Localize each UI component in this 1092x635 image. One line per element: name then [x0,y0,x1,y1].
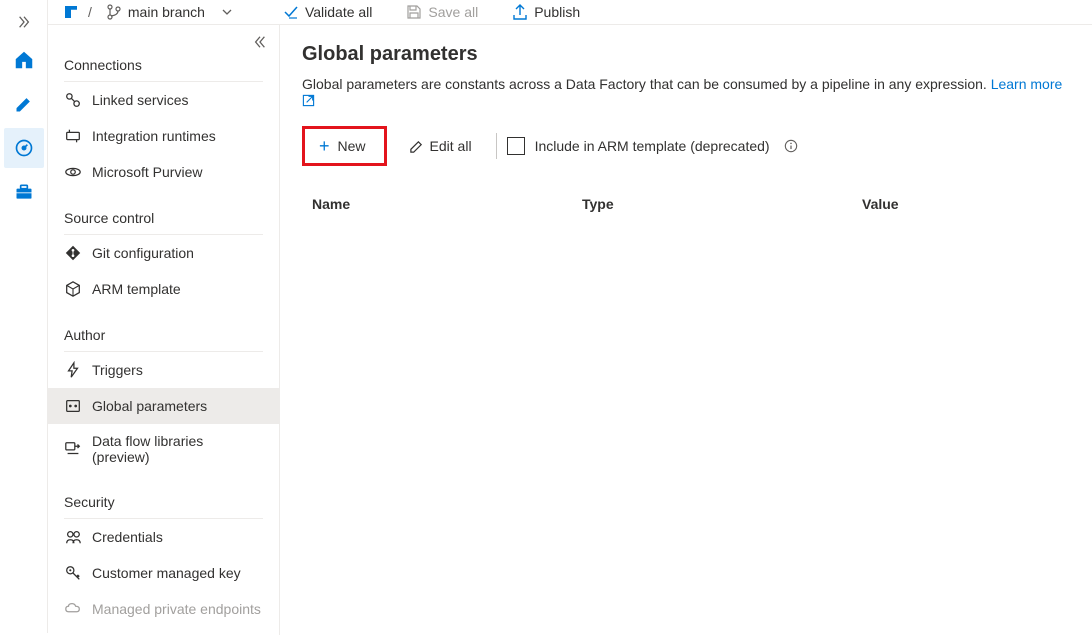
main-content: Global parameters Global parameters are … [280,25,1092,635]
chevron-double-left-icon [253,35,267,49]
nav-label: Linked services [92,92,189,108]
credentials-icon [64,528,82,546]
nav-label: Managed private endpoints [92,601,261,617]
key-icon [64,564,82,582]
nav-credentials[interactable]: Credentials [48,519,279,555]
breadcrumb-divider: / [88,4,92,20]
datafactory-icon [62,3,80,21]
section-header-author: Author [48,307,279,349]
toolbox-icon [14,182,34,202]
nav-label: ARM template [92,281,181,297]
gauge-icon [14,138,34,158]
purview-icon [64,163,82,181]
save-all-label: Save all [428,4,478,20]
nav-data-flow-libraries[interactable]: Data flow libraries (preview) [48,424,279,474]
chevron-down-icon [221,6,233,18]
nav-git-configuration[interactable]: Git configuration [48,235,279,271]
validate-all-label: Validate all [305,4,372,20]
nav-label: Integration runtimes [92,128,216,144]
global-parameters-icon [64,397,82,415]
plus-icon: + [319,137,330,155]
column-type[interactable]: Type [582,196,862,212]
page-title: Global parameters [302,43,1070,66]
table-header: Name Type Value [302,186,1070,222]
section-header-source-control: Source control [48,190,279,232]
expand-rail-button[interactable] [4,8,44,36]
edit-all-button[interactable]: Edit all [395,130,486,162]
include-arm-checkbox[interactable]: Include in ARM template (deprecated) [507,137,770,155]
top-bar: / main branch Validate all Save all Publ… [48,0,1092,25]
nav-label: Data flow libraries (preview) [92,433,263,465]
nav-triggers[interactable]: Triggers [48,352,279,388]
rail-home[interactable] [4,40,44,80]
side-panel: Connections Linked services Integration … [48,25,280,635]
checkbox-box [507,137,525,155]
nav-label: Global parameters [92,398,207,414]
validate-all-button[interactable]: Validate all [275,0,380,24]
rail-author[interactable] [4,84,44,124]
section-header-security: Security [48,474,279,516]
nav-label: Triggers [92,362,143,378]
collapse-panel-button[interactable] [253,35,267,49]
save-all-button: Save all [398,0,486,24]
new-label: New [338,138,366,154]
nav-linked-services[interactable]: Linked services [48,82,279,118]
nav-label: Git configuration [92,245,194,261]
linked-services-icon [64,91,82,109]
home-icon [13,49,35,71]
nav-managed-private-endpoints: Managed private endpoints [48,591,279,627]
arm-template-icon [64,280,82,298]
save-icon [406,4,422,20]
toolbar: + New Edit all Include in ARM template (… [302,126,1070,166]
nav-global-parameters[interactable]: Global parameters [48,388,279,424]
nav-label: Customer managed key [92,565,241,581]
dataflow-icon [64,440,82,458]
rail-monitor[interactable] [4,128,44,168]
section-header-connections: Connections [48,33,279,79]
icon-rail [0,0,48,633]
external-link-icon [302,94,315,107]
private-endpoints-icon [64,600,82,618]
nav-label: Credentials [92,529,163,545]
nav-microsoft-purview[interactable]: Microsoft Purview [48,154,279,190]
publish-button[interactable]: Publish [504,0,588,24]
new-button[interactable]: + New [302,126,387,166]
nav-integration-runtimes[interactable]: Integration runtimes [48,118,279,154]
integration-runtimes-icon [64,127,82,145]
main-area: / main branch Validate all Save all Publ… [48,0,1092,633]
checkmark-icon [283,4,299,20]
content-row: Connections Linked services Integration … [48,25,1092,635]
edit-all-label: Edit all [430,138,472,154]
nav-customer-managed-key[interactable]: Customer managed key [48,555,279,591]
page-description: Global parameters are constants across a… [302,76,1070,108]
branch-selector[interactable]: main branch [100,0,239,24]
git-icon [64,244,82,262]
column-value[interactable]: Value [862,196,1070,212]
info-icon[interactable] [784,139,798,153]
pencil-icon [14,94,34,114]
column-name[interactable]: Name [302,196,582,212]
include-arm-label: Include in ARM template (deprecated) [535,138,770,154]
toolbar-divider [496,133,497,159]
nav-label: Microsoft Purview [92,164,202,180]
nav-arm-template[interactable]: ARM template [48,271,279,307]
trigger-icon [64,361,82,379]
chevron-double-right-icon [17,15,31,29]
pencil-icon [409,139,424,154]
upload-icon [512,4,528,20]
branch-icon [106,4,122,20]
publish-label: Publish [534,4,580,20]
rail-manage[interactable] [4,172,44,212]
branch-label: main branch [128,4,205,20]
